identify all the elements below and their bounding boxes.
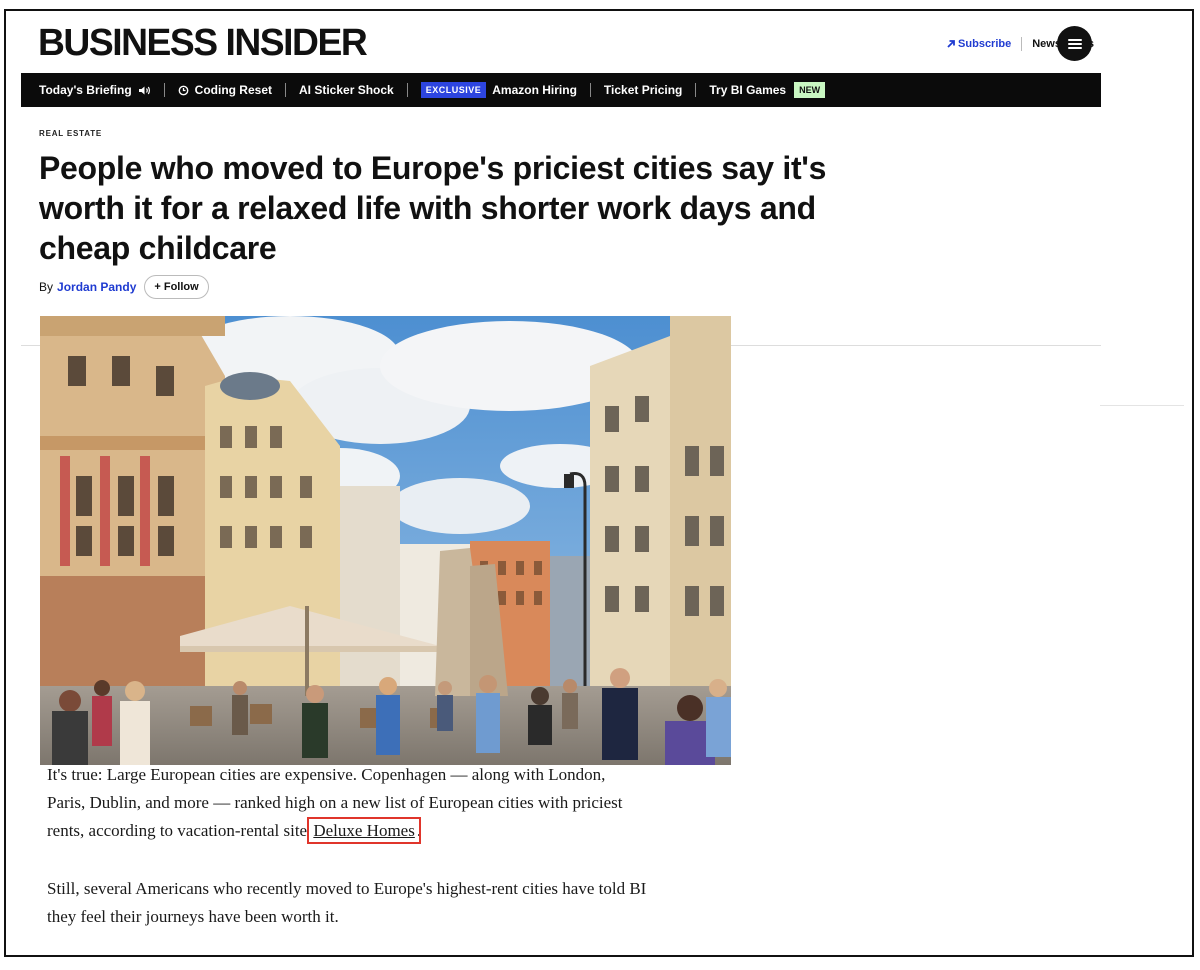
article-paragraph: It's true: Large European cities are exp… [47,761,647,845]
nav-separator [695,83,697,97]
article-headline: People who moved to Europe's priciest ci… [39,150,827,266]
article-body: It's true: Large European cities are exp… [47,761,647,961]
deluxe-homes-link[interactable]: Deluxe Homes [307,817,421,844]
nav-item-label: Amazon Hiring [492,83,577,97]
menu-button[interactable] [1057,26,1092,61]
nav-separator [406,83,408,97]
nav-item-label: Coding Reset [194,83,272,97]
nav-item-label: Try BI Games [709,83,787,97]
exclusive-badge: EXCLUSIVE [420,82,487,98]
speaker-icon [138,86,150,94]
byline-prefix: By [39,280,54,294]
article-category[interactable]: REAL ESTATE [39,129,102,138]
hamburger-menu-icon [1067,38,1082,49]
hero-image [40,316,731,765]
nav-item-label: AI Sticker Shock [299,83,394,97]
new-badge: NEW [794,82,826,98]
article-byline: By Jordan Pandy + Follow [39,275,209,299]
article-paragraph: Still, several Americans who recently mo… [47,879,647,926]
nav-separator [589,83,591,97]
nav-item-coding-reset[interactable]: Coding Reset [178,83,272,97]
nav-item-todays-briefing[interactable]: Today's Briefing [39,83,151,97]
nav-item-ai-sticker-shock[interactable]: AI Sticker Shock [299,83,394,97]
street-scene-illustration [40,316,731,765]
sidebar-divider [1100,405,1184,406]
nav-item-label: Today's Briefing [39,83,132,97]
author-link[interactable]: Jordan Pandy [57,280,136,294]
nav-item-label: Ticket Pricing [603,83,683,97]
follow-button[interactable]: + Follow [144,275,209,299]
site-logo[interactable]: BUSINESS INSIDER [38,22,368,65]
subscribe-label: Subscribe [958,38,1012,50]
paragraph-end: . [416,821,422,840]
nav-item-ticket-pricing[interactable]: Ticket Pricing [604,83,682,97]
trending-navbar: Today's Briefing Coding Reset AI Sticker… [21,73,1101,107]
reset-icon [178,85,189,95]
arrow-up-right-icon [947,40,955,48]
nav-item-try-bi-games[interactable]: Try BI Games NEW [709,82,826,98]
nav-item-amazon-hiring[interactable]: EXCLUSIVE Amazon Hiring [420,82,577,98]
nav-separator [163,83,165,97]
subscribe-link[interactable]: Subscribe [946,38,1011,50]
header-divider [1021,37,1023,51]
nav-separator [285,83,286,97]
